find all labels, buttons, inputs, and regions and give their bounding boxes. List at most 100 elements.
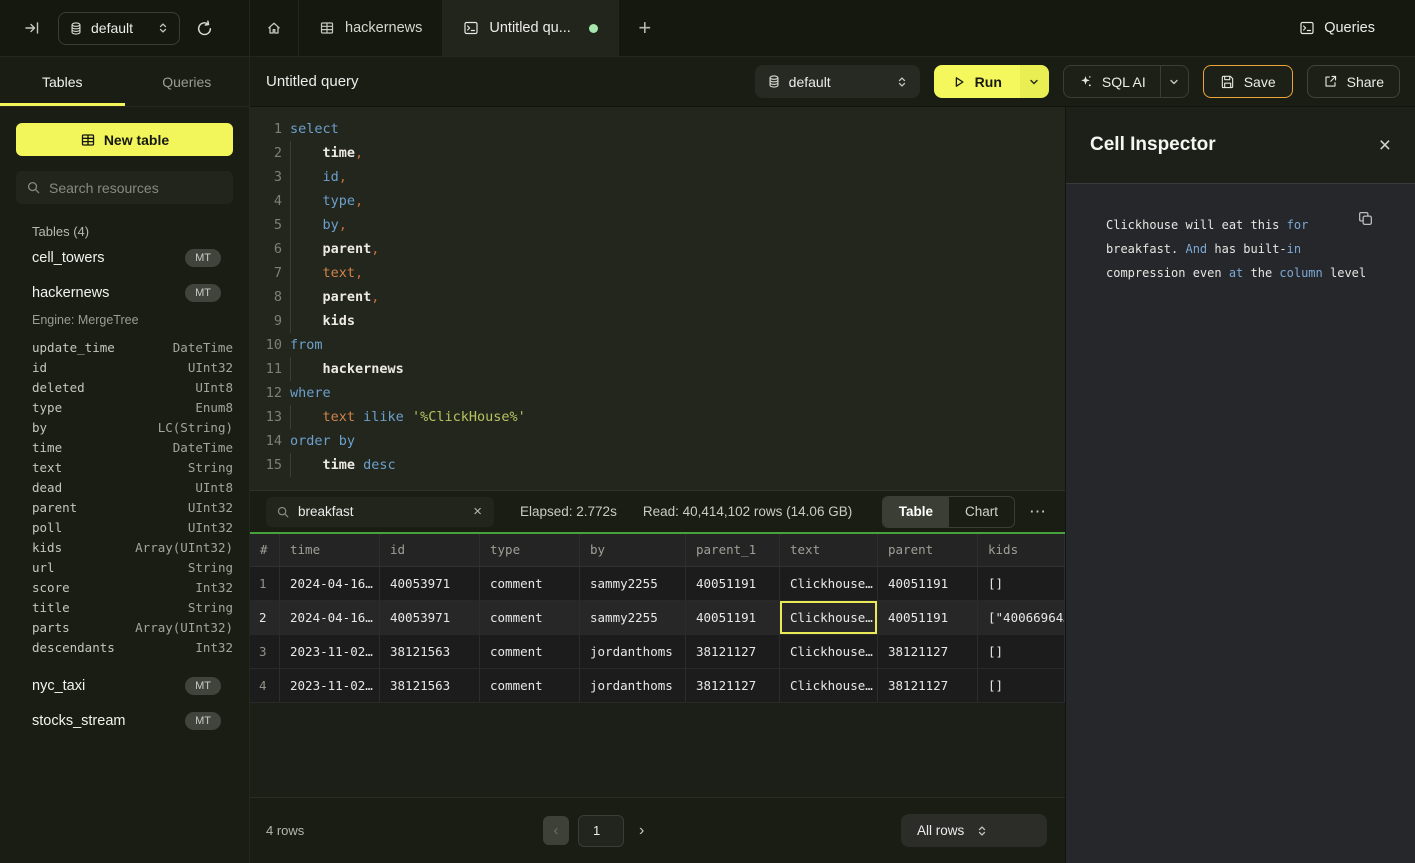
cell[interactable]: comment — [480, 601, 580, 634]
tab-home[interactable] — [250, 0, 299, 56]
column-header[interactable]: # — [250, 534, 280, 566]
cell[interactable]: 2023-11-02… — [280, 635, 380, 668]
cell[interactable]: comment — [480, 669, 580, 702]
run-button[interactable]: Run — [934, 65, 1020, 98]
cell[interactable]: [] — [978, 635, 1065, 668]
column-name: poll — [32, 520, 62, 535]
column-header[interactable]: id — [380, 534, 480, 566]
page-size-selector[interactable]: All rows — [901, 814, 1047, 847]
cell[interactable]: 38121127 — [686, 669, 780, 702]
column-header[interactable]: type — [480, 534, 580, 566]
collapse-sidebar-icon[interactable] — [24, 20, 40, 36]
indent-guide — [290, 189, 291, 213]
sidebar-table-cell_towers[interactable]: cell_towersMT — [16, 241, 233, 274]
sidebar-table-stocks_stream[interactable]: stocks_streamMT — [16, 704, 233, 737]
new-tab-button[interactable]: + — [619, 0, 671, 56]
close-inspector-icon[interactable]: × — [1379, 135, 1391, 156]
table-row[interactable]: 32023-11-02…38121563commentjordanthoms38… — [250, 635, 1065, 669]
cell[interactable]: comment — [480, 567, 580, 600]
cell[interactable]: 2023-11-02… — [280, 669, 380, 702]
column-row: idUInt32 — [16, 357, 233, 377]
run-options-button[interactable] — [1020, 65, 1049, 98]
tab-hackernews[interactable]: hackernews — [299, 0, 443, 56]
row-number-cell[interactable]: 2 — [250, 601, 280, 634]
row-number-cell[interactable]: 3 — [250, 635, 280, 668]
code-text: where — [290, 381, 331, 405]
table-name: stocks_stream — [32, 713, 125, 729]
queries-button[interactable]: Queries — [1299, 20, 1375, 36]
cell[interactable]: 38121127 — [686, 635, 780, 668]
cell[interactable]: sammy2255 — [580, 601, 686, 634]
row-number-cell[interactable]: 4 — [250, 669, 280, 702]
column-header[interactable]: text — [780, 534, 878, 566]
next-page-button[interactable]: › — [633, 822, 650, 840]
share-button[interactable]: Share — [1307, 65, 1400, 98]
cell[interactable]: Clickhouse… — [780, 567, 878, 600]
cell[interactable]: comment — [480, 635, 580, 668]
column-header[interactable]: time — [280, 534, 380, 566]
page-input[interactable] — [578, 815, 624, 847]
table-row[interactable]: 22024-04-16…40053971commentsammy22554005… — [250, 601, 1065, 635]
cell[interactable]: Clickhouse… — [780, 669, 878, 702]
cell[interactable]: 2024-04-16… — [280, 567, 380, 600]
search-resources-input[interactable] — [49, 180, 230, 196]
sidebar-search[interactable] — [16, 171, 233, 204]
column-header[interactable]: parent — [878, 534, 978, 566]
indent-guide — [290, 213, 291, 237]
share-label: Share — [1347, 74, 1384, 90]
cell[interactable]: sammy2255 — [580, 567, 686, 600]
cell[interactable]: 40051191 — [686, 601, 780, 634]
tab-untitled-query[interactable]: Untitled qu... — [443, 0, 618, 56]
sql-ai-button[interactable]: SQL AI — [1064, 66, 1160, 97]
row-number-cell[interactable]: 1 — [250, 567, 280, 600]
cell[interactable]: 38121127 — [878, 635, 978, 668]
cell[interactable]: 40051191 — [686, 567, 780, 600]
cell[interactable]: jordanthoms — [580, 669, 686, 702]
save-button[interactable]: Save — [1203, 65, 1293, 98]
save-label: Save — [1244, 74, 1276, 90]
cell[interactable]: 2024-04-16… — [280, 601, 380, 634]
new-table-button[interactable]: New table — [16, 123, 233, 156]
cell[interactable]: 38121127 — [878, 669, 978, 702]
sql-editor[interactable]: 1select2 time,3 id,4 type,5 by,6 parent,… — [250, 107, 1065, 490]
cell[interactable]: ["40066964… — [978, 601, 1065, 634]
view-chart-tab[interactable]: Chart — [949, 497, 1014, 527]
sidebar-table-nyc_taxi[interactable]: nyc_taxiMT — [16, 669, 233, 702]
editor-line: 12where — [250, 381, 1065, 405]
refresh-icon[interactable] — [196, 20, 213, 37]
query-database-selector[interactable]: default — [755, 65, 920, 98]
cell[interactable]: 40051191 — [878, 601, 978, 634]
clear-search-icon[interactable]: × — [471, 503, 484, 520]
sidebar-tab-tables[interactable]: Tables — [0, 57, 125, 106]
sidebar-table-hackernews[interactable]: hackernewsMT — [16, 276, 233, 309]
column-row: timeDateTime — [16, 437, 233, 457]
code-text: by, — [290, 213, 347, 237]
column-header[interactable]: kids — [978, 534, 1065, 566]
prev-page-button[interactable]: ‹ — [543, 816, 569, 845]
column-header[interactable]: parent_1 — [686, 534, 780, 566]
cell[interactable]: Clickhouse… — [780, 635, 878, 668]
cell[interactable]: 40053971 — [380, 601, 480, 634]
cell[interactable]: Clickhouse… — [780, 601, 878, 634]
cell[interactable]: 40051191 — [878, 567, 978, 600]
column-header[interactable]: by — [580, 534, 686, 566]
column-name: parts — [32, 620, 70, 635]
table-row[interactable]: 12024-04-16…40053971commentsammy22554005… — [250, 567, 1065, 601]
copy-icon[interactable] — [1357, 210, 1374, 227]
more-options-icon[interactable]: ⋯ — [1029, 502, 1047, 522]
cell[interactable]: jordanthoms — [580, 635, 686, 668]
editor-line: 10from — [250, 333, 1065, 357]
cell[interactable]: 38121563 — [380, 669, 480, 702]
view-table-tab[interactable]: Table — [883, 497, 949, 527]
results-search-input[interactable] — [298, 504, 463, 519]
page-size-value: All rows — [917, 823, 976, 838]
sql-ai-options-button[interactable] — [1160, 66, 1188, 97]
cell[interactable]: [] — [978, 669, 1065, 702]
cell[interactable]: 40053971 — [380, 567, 480, 600]
cell[interactable]: [] — [978, 567, 1065, 600]
cell[interactable]: 38121563 — [380, 635, 480, 668]
sidebar-tab-queries[interactable]: Queries — [125, 57, 250, 106]
database-selector[interactable]: default — [58, 12, 180, 45]
results-search[interactable]: × — [266, 497, 494, 527]
table-row[interactable]: 42023-11-02…38121563commentjordanthoms38… — [250, 669, 1065, 703]
